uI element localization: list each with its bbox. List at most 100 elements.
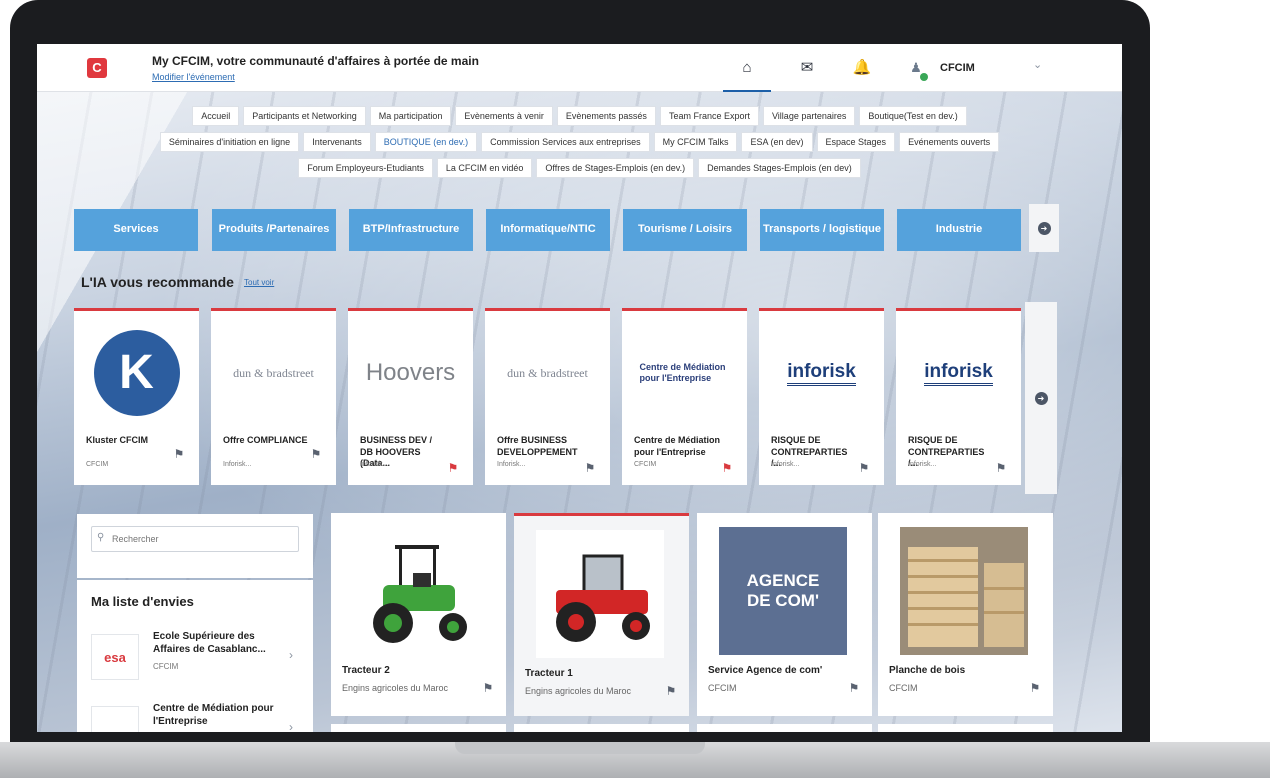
recommendation-card[interactable]: dun & bradstreet Offre BUSINESS DEVELOPP…: [485, 308, 610, 485]
mediation-logo: [91, 706, 139, 732]
category-transports[interactable]: Transports / logistique: [760, 209, 884, 251]
tag-icon[interactable]: ⚑: [994, 461, 1008, 475]
nav-chip[interactable]: Séminaires d'initiation en ligne: [159, 132, 300, 152]
category-bar: Services Produits /Partenaires BTP/Infra…: [74, 209, 1074, 251]
home-icon[interactable]: ⌂: [723, 58, 771, 92]
nav-chip[interactable]: Accueil: [192, 106, 240, 126]
recommendations-next-button[interactable]: ➜: [1025, 302, 1057, 494]
product-name: Tracteur 2: [342, 665, 390, 676]
chevron-right-icon: ›: [289, 720, 293, 732]
product-card-next-row: [878, 724, 1053, 732]
wishlist-item-name: Centre de Médiation pour l'Entreprise: [153, 703, 274, 727]
tag-icon[interactable]: ⚑: [446, 461, 460, 475]
product-card[interactable]: Tracteur 1 Engins agricoles du Maroc ⚑: [514, 513, 689, 716]
card-org: Inforisk...: [497, 461, 526, 468]
arrow-right-icon: ➜: [1037, 221, 1051, 235]
tractor-red-image: [536, 530, 664, 658]
nav-chip[interactable]: ESA (en dev): [741, 132, 813, 152]
card-logo: Hoovers: [348, 317, 473, 429]
recommendation-card[interactable]: Centre de Médiation pour l'Entreprise Ce…: [622, 308, 747, 485]
nav-chip[interactable]: Intervenants: [303, 132, 371, 152]
category-btp[interactable]: BTP/Infrastructure: [349, 209, 473, 251]
nav-chip[interactable]: Offres de Stages-Emplois (en dev.): [536, 158, 695, 178]
recommendation-card[interactable]: K Kluster CFCIM CFCIM ⚑: [74, 308, 199, 485]
card-org: Inforisk...: [908, 461, 937, 468]
nav-chip[interactable]: Team France Export: [659, 106, 759, 126]
nav-chip[interactable]: Commission Services aux entreprises: [481, 132, 650, 152]
bell-icon[interactable]: 🔔: [852, 58, 872, 78]
nav-chip[interactable]: La CFCIM en vidéo: [436, 158, 533, 178]
tag-icon[interactable]: ⚑: [857, 461, 871, 475]
laptop-notch: [455, 742, 705, 754]
product-org: CFCIM: [889, 683, 918, 693]
nav-chip[interactable]: Evènements à venir: [455, 106, 553, 126]
tag-icon[interactable]: ⚑: [664, 684, 678, 698]
category-produits[interactable]: Produits /Partenaires: [212, 209, 336, 251]
card-logo: dun & bradstreet: [211, 317, 336, 429]
category-services[interactable]: Services: [74, 209, 198, 251]
tag-icon[interactable]: ⚑: [847, 681, 861, 695]
recommendation-card[interactable]: dun & bradstreet Offre COMPLIANCE Infori…: [211, 308, 336, 485]
tag-icon[interactable]: ⚑: [583, 461, 597, 475]
card-name: Offre COMPLIANCE: [223, 435, 308, 445]
nav-chip[interactable]: Demandes Stages-Emplois (en dev): [698, 158, 861, 178]
search-input[interactable]: [91, 526, 299, 552]
category-tourisme[interactable]: Tourisme / Loisirs: [623, 209, 747, 251]
product-card-next-row: [697, 724, 872, 732]
nav-row-2: Séminaires d'initiation en ligne Interve…: [37, 132, 1122, 152]
nav-chip[interactable]: Ma participation: [369, 106, 452, 126]
tag-icon[interactable]: ⚑: [309, 447, 323, 461]
nav-chip[interactable]: Espace Stages: [816, 132, 896, 152]
nav-chip[interactable]: Forum Employeurs-Etudiants: [298, 158, 433, 178]
tag-icon[interactable]: ⚑: [481, 681, 495, 695]
card-logo: inforisk: [759, 317, 884, 429]
wishlist-item[interactable]: esa Ecole Supérieure des Affaires de Cas…: [91, 630, 301, 684]
nav-chip[interactable]: Participants et Networking: [243, 106, 366, 126]
nav-row-3: Forum Employeurs-Etudiants La CFCIM en v…: [37, 158, 1122, 178]
category-informatique[interactable]: Informatique/NTIC: [486, 209, 610, 251]
agency-image-text: AGENCE DE COM': [746, 570, 820, 610]
nav-chips: Accueil Participants et Networking Ma pa…: [37, 106, 1122, 184]
wishlist-item[interactable]: Centre de Médiation pour l'Entreprise ›: [91, 702, 301, 732]
tag-icon[interactable]: ⚑: [1028, 681, 1042, 695]
nav-chip[interactable]: Evènements passés: [556, 106, 656, 126]
card-org: Inforisk...: [771, 461, 800, 468]
recommendation-card[interactable]: Hoovers BUSINESS DEV / DB HOOVERS (Data.…: [348, 308, 473, 485]
product-card[interactable]: Tracteur 2 Engins agricoles du Maroc ⚑: [331, 513, 506, 716]
cfcim-logo[interactable]: C: [87, 58, 107, 78]
online-status-dot: [920, 73, 928, 81]
product-org: Engins agricoles du Maroc: [342, 683, 449, 693]
chevron-down-icon[interactable]: ⌄: [1033, 58, 1042, 71]
category-industrie[interactable]: Industrie: [897, 209, 1021, 251]
chat-icon[interactable]: ✉: [797, 58, 817, 78]
product-org: CFCIM: [708, 683, 737, 693]
app-screen: C My CFCIM, votre communauté d'affaires …: [37, 44, 1122, 732]
product-name: Tracteur 1: [525, 668, 573, 679]
product-card[interactable]: AGENCE DE COM' Service Agence de com' CF…: [697, 513, 872, 716]
nav-row-1: Accueil Participants et Networking Ma pa…: [37, 106, 1122, 126]
user-name[interactable]: CFCIM: [940, 62, 975, 74]
product-card[interactable]: Planche de bois CFCIM ⚑: [878, 513, 1053, 716]
tag-icon[interactable]: ⚑: [172, 447, 186, 461]
recommendation-card[interactable]: inforisk RISQUE DE CONTREPARTIES /... In…: [896, 308, 1021, 485]
nav-chip[interactable]: Evénements ouverts: [899, 132, 1000, 152]
recommendation-card[interactable]: inforisk RISQUE DE CONTREPARTIES /... In…: [759, 308, 884, 485]
nav-chip[interactable]: BOUTIQUE (en dev.): [374, 132, 478, 152]
nav-chip[interactable]: My CFCIM Talks: [653, 132, 738, 152]
see-all-link[interactable]: Tout voir: [244, 278, 274, 287]
wood-planks-image: [900, 527, 1028, 655]
card-logo: inforisk: [896, 317, 1021, 429]
tag-icon[interactable]: ⚑: [720, 461, 734, 475]
recommendations-title: L'IA vous recommande: [81, 274, 234, 290]
card-logo: Centre de Médiation pour l'Entreprise: [622, 317, 747, 429]
nav-chip[interactable]: Boutique(Test en dev.): [859, 106, 967, 126]
inforisk-logo: inforisk: [787, 361, 856, 386]
wishlist-item-name: Ecole Supérieure des Affaires de Casabla…: [153, 631, 266, 655]
nav-chip[interactable]: Village partenaires: [762, 106, 856, 126]
card-name: Kluster CFCIM: [86, 435, 149, 445]
mediation-logo: Centre de Médiation pour l'Entreprise: [639, 362, 726, 383]
dnb-logo: dun & bradstreet: [233, 365, 314, 380]
search-panel: ⚲: [77, 514, 313, 578]
edit-event-link[interactable]: Modifier l'événement: [152, 72, 235, 82]
categories-next-button[interactable]: ➜: [1029, 204, 1059, 252]
